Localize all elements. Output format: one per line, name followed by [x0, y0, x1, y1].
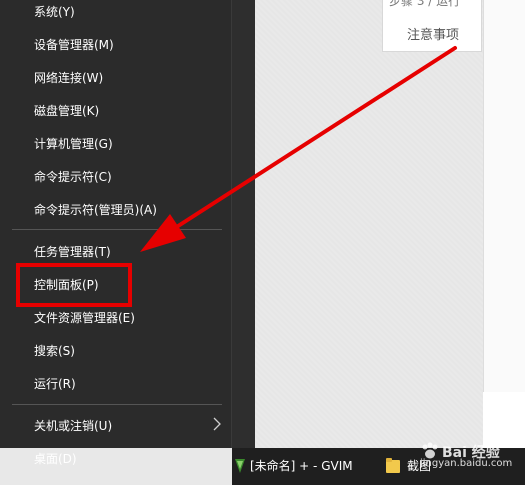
tip-card-label[interactable]: 注意事项: [383, 24, 483, 43]
taskbar-item-gvim[interactable]: [未命名] + - GVIM: [232, 448, 382, 485]
menu-item-search[interactable]: 搜索(S): [0, 339, 232, 363]
menu-separator: [12, 404, 222, 405]
menu-item-command-prompt[interactable]: 命令提示符(C): [0, 165, 232, 189]
background-page: [255, 0, 483, 448]
menu-item-system[interactable]: 系统(Y): [0, 0, 232, 24]
menu-item-shutdown-signout[interactable]: 关机或注销(U): [0, 414, 232, 438]
menu-item-task-manager[interactable]: 任务管理器(T): [0, 240, 232, 264]
gvim-icon: [235, 459, 245, 473]
tip-card-step-text: 步骤 3 / 运行: [389, 0, 461, 8]
watermark-url: jingyan.baidu.com: [420, 458, 513, 469]
menu-item-device-manager[interactable]: 设备管理器(M): [0, 33, 232, 57]
menu-item-control-panel[interactable]: 控制面板(P): [0, 273, 232, 297]
winx-power-user-menu: 系统(Y) 设备管理器(M) 网络连接(W) 磁盘管理(K) 计算机管理(G) …: [0, 0, 232, 466]
folder-icon: [386, 458, 400, 473]
background-window-edge: [232, 0, 255, 448]
menu-item-file-explorer[interactable]: 文件资源管理器(E): [0, 306, 232, 330]
menu-item-run[interactable]: 运行(R): [0, 372, 232, 396]
menu-item-network-connections[interactable]: 网络连接(W): [0, 66, 232, 90]
background-right-panel: [483, 0, 525, 448]
tip-card[interactable]: 步骤 3 / 运行 注意事项: [382, 0, 482, 52]
chevron-right-icon: [213, 417, 221, 431]
taskbar-gvim-label: [未命名] + - GVIM: [250, 459, 353, 473]
menu-item-command-prompt-admin[interactable]: 命令提示符(管理员)(A): [0, 198, 232, 222]
baidu-jingyan-watermark: Bai 经验 jingyan.baidu.com: [402, 440, 525, 470]
menu-item-disk-management[interactable]: 磁盘管理(K): [0, 99, 232, 123]
menu-separator: [12, 229, 222, 230]
menu-item-desktop[interactable]: 桌面(D): [0, 447, 232, 471]
menu-item-computer-management[interactable]: 计算机管理(G): [0, 132, 232, 156]
